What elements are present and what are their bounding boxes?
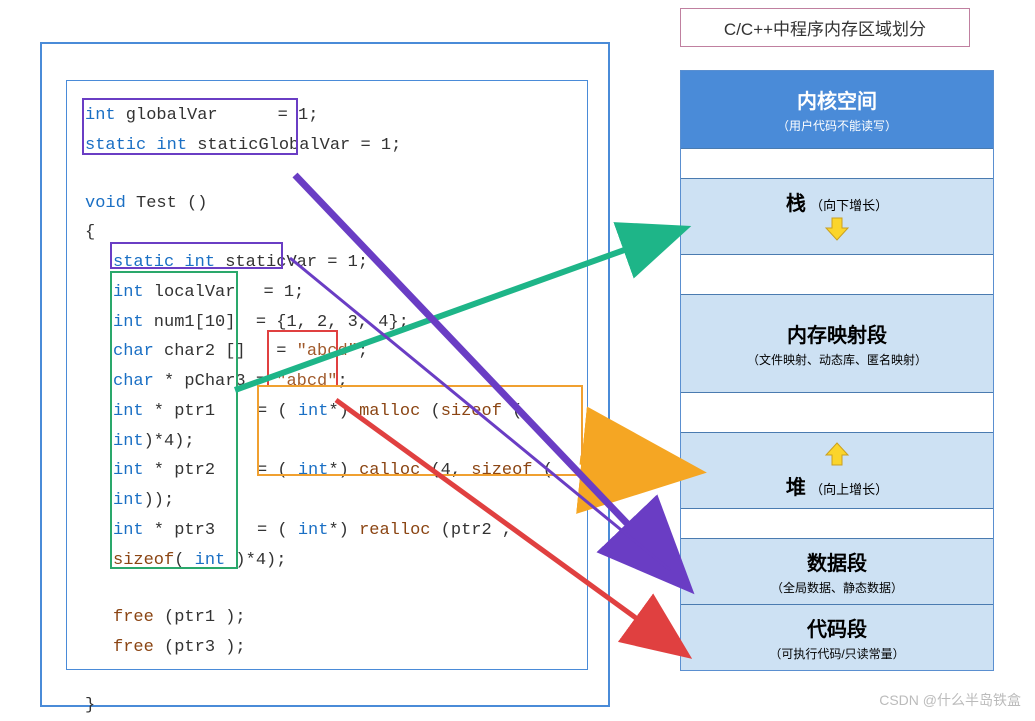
t: = ( — [257, 521, 298, 540]
highlight-locals — [110, 271, 238, 569]
t: CSDN @什么半岛铁盒 — [879, 692, 1021, 708]
diagram-title: C/C++中程序内存区域划分 — [680, 8, 970, 47]
mem-kernel: 内核空间 （用户代码不能读写） — [681, 71, 993, 149]
mem-gap — [681, 509, 993, 539]
kw: int — [298, 521, 329, 540]
fn: free — [113, 608, 154, 627]
code-panel: int globalVar= 1; static int staticGloba… — [40, 42, 610, 707]
t: 数据段 — [807, 553, 867, 575]
mem-data: 数据段 （全局数据、静态数据） — [681, 539, 993, 605]
t: （全局数据、静态数据） — [687, 579, 987, 596]
t: = 1; — [360, 136, 401, 155]
mem-stack: 栈 （向下增长） — [681, 179, 993, 255]
t: = 1; — [263, 283, 304, 302]
mem-gap — [681, 255, 993, 295]
t: } — [85, 696, 95, 715]
t: { — [85, 223, 95, 242]
mem-gap — [681, 149, 993, 179]
t: （用户代码不能读写） — [687, 117, 987, 134]
t: 内存映射段 — [787, 325, 887, 347]
t: 堆 — [786, 477, 806, 499]
highlight-heap-allocs — [257, 385, 583, 476]
arrow-down-icon — [687, 216, 987, 246]
t: （向下增长） — [810, 198, 888, 213]
arrow-up-icon — [687, 441, 987, 471]
code-block: int globalVar= 1; static int staticGloba… — [66, 80, 588, 670]
fn: realloc — [359, 521, 430, 540]
mem-heap: 堆 （向上增长） — [681, 433, 993, 509]
mem-mmap: 内存映射段 （文件映射、动态库、匿名映射） — [681, 295, 993, 393]
t: 内核空间 — [797, 91, 877, 113]
t: （文件映射、动态库、匿名映射） — [687, 351, 987, 368]
highlight-static-local — [110, 242, 283, 269]
t: *) — [328, 521, 359, 540]
highlight-string-literals — [267, 330, 338, 387]
mem-gap — [681, 393, 993, 433]
t: (ptr2 , — [430, 521, 512, 540]
fn: free — [113, 638, 154, 657]
t: 栈 — [786, 193, 806, 215]
memory-layout: 内核空间 （用户代码不能读写） 栈 （向下增长） 内存映射段 （文件映射、动态库… — [680, 70, 994, 671]
title-text: C/C++中程序内存区域划分 — [724, 20, 926, 39]
t: （向上增长） — [810, 482, 888, 497]
t: ; — [358, 342, 368, 361]
t: （可执行代码/只读常量） — [687, 645, 987, 662]
t: 代码段 — [807, 619, 867, 641]
mem-text: 代码段 （可执行代码/只读常量） — [681, 605, 993, 670]
highlight-globals — [82, 98, 298, 155]
t: (ptr3 ); — [154, 638, 246, 657]
watermark: CSDN @什么半岛铁盒 — [879, 690, 1021, 710]
t: (ptr1 ); — [154, 608, 246, 627]
t: Test () — [126, 194, 208, 213]
kw: void — [85, 194, 126, 213]
t: = {1, 2, 3, 4}; — [256, 313, 409, 332]
t: = 1; — [327, 253, 368, 272]
